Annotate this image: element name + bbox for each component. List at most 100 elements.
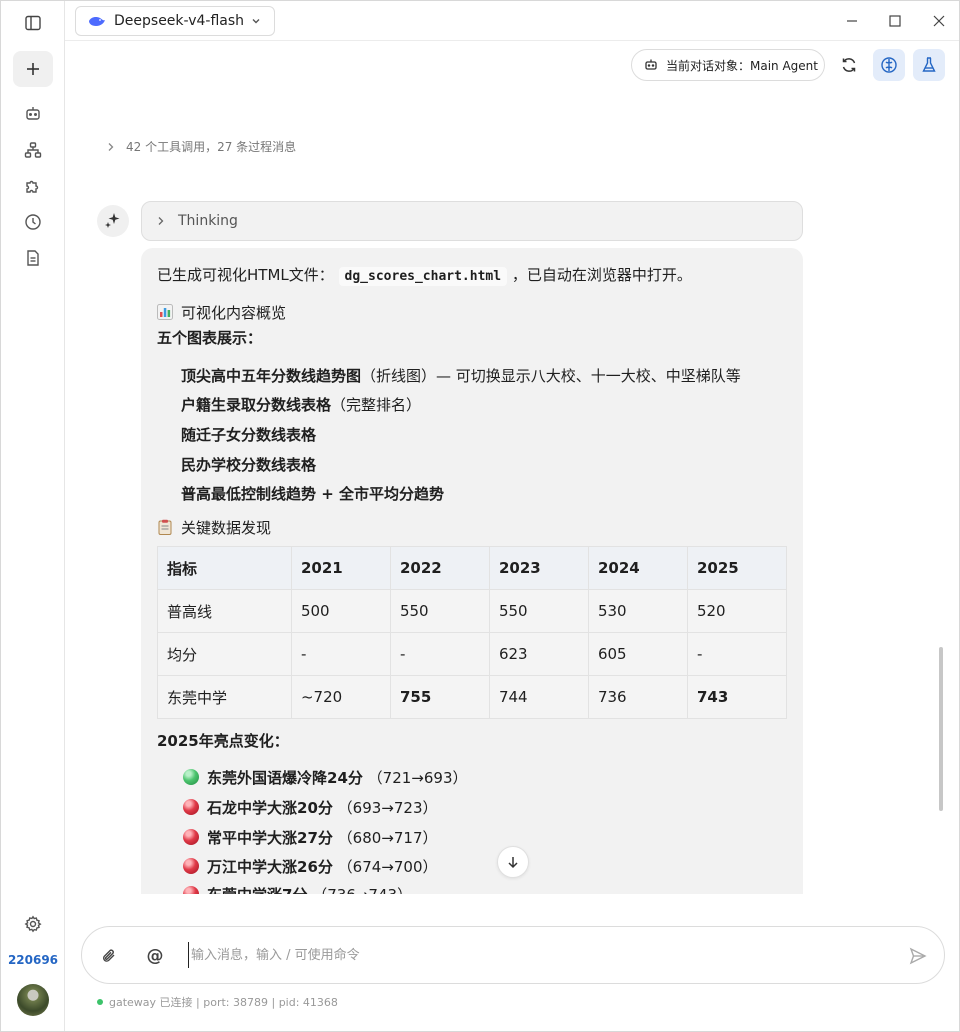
chat-input-box: @ — [81, 926, 945, 984]
column-header: 2022 — [389, 546, 490, 590]
brain-icon — [881, 57, 897, 73]
list-item-bold: 随迁子女分数线表格 — [181, 426, 317, 444]
sidebar-item-plugins[interactable] — [13, 168, 53, 204]
list-item-bold: 民办学校分数线表格 — [181, 456, 317, 474]
close-icon — [933, 15, 945, 27]
whale-logo-icon — [89, 17, 105, 26]
list-item-rest: （折线图）— 可切换显示八大校、十一大校、中坚梯队等 — [361, 367, 741, 385]
mention-button[interactable]: @ — [145, 946, 165, 966]
list-item-bold: 户籍生录取分数线表格 — [181, 396, 332, 414]
paperclip-icon — [103, 949, 115, 962]
settings-button[interactable] — [13, 906, 53, 942]
table-cell: ~720 — [290, 675, 391, 719]
charts-heading: 五个图表展示： — [157, 329, 263, 347]
sidebar-item-agents[interactable] — [13, 96, 53, 132]
arrow-down-icon — [508, 857, 518, 869]
table-cell: 东莞中学 — [157, 675, 292, 719]
agent-selector[interactable]: 当前对话对象：Main Agent — [631, 49, 825, 81]
app-window: 220696 Deepseek-v4-flash 当前对话对象：Main Age… — [0, 0, 960, 1032]
status-text: gateway 已连接 | port: 38789 | pid: 41368 — [109, 996, 338, 1009]
user-id: 220696 — [7, 953, 59, 967]
intro-prefix: 已生成可视化HTML文件： — [157, 266, 334, 284]
at-icon: @ — [146, 946, 164, 966]
lab-button[interactable] — [913, 49, 945, 81]
list-item-bold: 普高最低控制线趋势 + 全市平均分趋势 — [181, 485, 445, 503]
list-item: 顶尖高中五年分数线趋势图（折线图）— 可切换显示八大校、十一大校、中坚梯队等 — [181, 365, 741, 386]
refresh-button[interactable] — [833, 49, 865, 81]
toggle-sidebar-button[interactable] — [13, 5, 53, 41]
sparkle-icon — [105, 213, 120, 228]
hierarchy-icon — [24, 142, 42, 158]
assistant-message: 已生成可视化HTML文件： dg_scores_chart.html ，已自动在… — [141, 248, 803, 894]
clipboard-icon — [158, 519, 172, 535]
table-cell: 736 — [587, 675, 688, 719]
list-item: 随迁子女分数线表格 — [181, 424, 316, 445]
table-cell: - — [389, 632, 490, 676]
thinking-label: Thinking — [178, 213, 238, 229]
scroll-to-bottom-button[interactable] — [497, 846, 529, 878]
refresh-icon — [842, 58, 856, 72]
table-cell: 530 — [587, 589, 688, 633]
overview-heading-text: 可视化内容概览 — [181, 304, 287, 322]
model-selector[interactable]: Deepseek-v4-flash — [75, 6, 275, 36]
maximize-button[interactable] — [885, 11, 905, 31]
new-chat-button[interactable] — [13, 51, 53, 87]
green-circle-icon — [183, 769, 199, 785]
status-indicator — [97, 999, 103, 1005]
sidebar-item-documents[interactable] — [13, 240, 53, 276]
sidebar-toggle-icon — [25, 15, 41, 31]
list-item: 万江中学大涨26分 （674→700） — [183, 856, 438, 877]
chevron-right-icon — [108, 142, 114, 151]
highlight-title: 东莞外国语爆冷降24分 — [207, 769, 363, 787]
table-cell: 744 — [488, 675, 589, 719]
highlight-title: 东莞中学涨7分 — [207, 886, 307, 894]
highlight-title: 石龙中学大涨20分 — [207, 799, 333, 817]
table-cell: 500 — [290, 589, 391, 633]
close-button[interactable] — [929, 11, 949, 31]
table-row: 普高线 500 550 550 530 520 — [157, 589, 788, 633]
bar-chart-icon — [157, 304, 173, 320]
intro-line: 已生成可视化HTML文件： dg_scores_chart.html ，已自动在… — [157, 264, 692, 286]
tool-call-summary[interactable]: 42 个工具调用，27 条过程消息 — [106, 138, 296, 155]
table-row: 均分 - - 623 605 - — [157, 632, 788, 676]
table-cell: 520 — [686, 589, 788, 633]
puzzle-icon — [26, 180, 39, 193]
column-header: 2023 — [488, 546, 589, 590]
table-cell: 均分 — [157, 632, 292, 676]
overview-heading: 可视化内容概览 — [157, 302, 286, 323]
attach-button[interactable] — [99, 946, 119, 966]
key-data-table: 指标 2021 2022 2023 2024 2025 普高线 500 550 … — [157, 546, 788, 719]
highlight-detail: （721→693） — [367, 769, 468, 787]
highlight-detail: （680→717） — [337, 829, 438, 847]
avatar[interactable] — [17, 984, 49, 1016]
minimize-button[interactable] — [842, 11, 862, 31]
model-name: Deepseek-v4-flash — [114, 13, 245, 29]
gear-icon — [24, 915, 42, 933]
table-cell: 755 — [389, 675, 490, 719]
message-input[interactable] — [188, 942, 888, 968]
list-item-bold: 顶尖高中五年分数线趋势图 — [181, 367, 362, 385]
highlight-title: 常平中学大涨27分 — [207, 829, 333, 847]
sidebar-item-structure[interactable] — [13, 132, 53, 168]
table-cell: 普高线 — [157, 589, 292, 633]
list-item: 石龙中学大涨20分 （693→723） — [183, 797, 438, 818]
title-bar: Deepseek-v4-flash — [65, 1, 959, 41]
table-cell: 743 — [686, 675, 788, 719]
scrollbar-thumb[interactable] — [939, 647, 943, 811]
list-item: 常平中学大涨27分 （680→717） — [183, 827, 438, 848]
sidebar-item-history[interactable] — [13, 204, 53, 240]
robot-icon — [645, 59, 657, 70]
highlight-detail: （693→723） — [337, 799, 438, 817]
column-header: 指标 — [157, 546, 292, 590]
brain-button[interactable] — [873, 49, 905, 81]
column-header: 2021 — [290, 546, 391, 590]
thinking-toggle[interactable]: Thinking — [141, 201, 803, 241]
findings-heading: 关键数据发现 — [157, 517, 271, 538]
highlight-detail: （736→743） — [312, 886, 412, 894]
list-item: 民办学校分数线表格 — [181, 454, 316, 475]
tool-summary-text: 42 个工具调用，27 条过程消息 — [126, 140, 297, 154]
chevron-down-icon — [252, 19, 260, 24]
red-circle-icon — [183, 829, 199, 845]
table-header-row: 指标 2021 2022 2023 2024 2025 — [157, 546, 788, 590]
send-button[interactable] — [908, 946, 928, 966]
